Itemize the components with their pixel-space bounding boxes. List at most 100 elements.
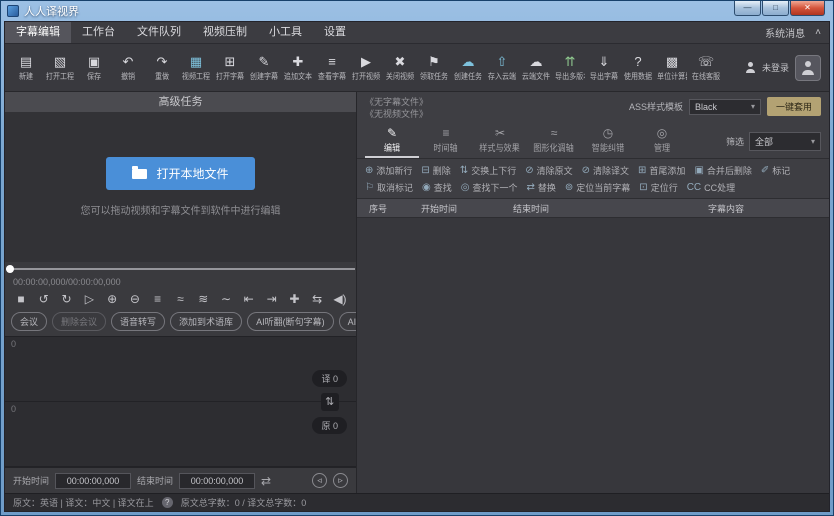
toolbar-button[interactable]: ✚ 追加文本 <box>281 53 315 82</box>
tab-smart-check[interactable]: ◷ 智能纠错 <box>581 123 635 158</box>
transport-button-icon[interactable]: ↻ <box>60 292 74 306</box>
transport-button-icon[interactable]: ▷ <box>82 292 96 306</box>
chevron-up-icon[interactable]: ˄ <box>815 27 821 38</box>
apply-template-button[interactable]: 一键套用 <box>767 97 821 116</box>
subtitle-table-body[interactable] <box>357 218 829 493</box>
row-tool-button[interactable]: ⊞ 首尾添加 <box>638 164 685 177</box>
row-tool-button[interactable]: ⊕ 添加新行 <box>365 164 412 177</box>
row-tool-button[interactable]: ✐ 标记 <box>761 164 790 177</box>
open-local-file-button[interactable]: 打开本地文件 <box>106 157 254 190</box>
system-messages[interactable]: 系统消息 <box>765 25 805 40</box>
waveform-area[interactable]: 0 0 译 0 ⇅ 原 0 <box>5 336 356 467</box>
waveform-track-top[interactable]: 0 <box>5 337 356 402</box>
titlebar[interactable]: 人人译视界 <box>4 1 830 21</box>
row-tool-button[interactable]: ⊟ 删除 <box>421 164 450 177</box>
tab-graphic-timing[interactable]: ≈ 图形化调轴 <box>527 123 581 158</box>
toolbar-button[interactable]: ☁ 云端文件 <box>519 53 553 82</box>
action-pill-button[interactable]: AI听翻(断句字幕) <box>247 312 334 331</box>
row-tool-button[interactable]: ▣ 合并后删除 <box>694 164 751 177</box>
action-pill-button[interactable]: 添加到术语库 <box>170 312 242 331</box>
avatar[interactable] <box>795 55 821 81</box>
row-tool-button[interactable]: ⇅ 交换上下行 <box>460 164 516 177</box>
transport-button-icon[interactable]: ≡ <box>151 292 165 306</box>
video-drop-area[interactable]: 打开本地文件 您可以拖动视频和字幕文件到软件中进行编辑 <box>5 112 356 262</box>
tab-edit[interactable]: ✎ 编辑 <box>365 123 419 158</box>
loop-icon[interactable]: ⇄ <box>261 474 271 488</box>
toolbar-button[interactable]: ▦ 视频工程 <box>179 53 213 82</box>
row-tool-button[interactable]: ⊘ 清除译文 <box>582 164 629 177</box>
next-subtitle-button[interactable]: ▹ <box>333 473 348 488</box>
transport-button-icon[interactable]: ■ <box>14 292 28 306</box>
toolbar-button[interactable]: ≡ 查看字幕 <box>315 53 349 82</box>
ass-template-select[interactable]: Black ▾ <box>689 99 761 115</box>
transport-button-icon[interactable]: ↺ <box>37 292 51 306</box>
transport-button-icon[interactable]: ⊕ <box>105 292 119 306</box>
menu-video-compress[interactable]: 视频压制 <box>192 22 258 43</box>
action-pill-button[interactable]: AI听译 <box>339 312 356 331</box>
column-index[interactable]: 序号 <box>357 202 421 215</box>
menu-gadgets[interactable]: 小工具 <box>258 22 313 43</box>
swap-tracks-button[interactable]: ⇅ <box>321 393 339 411</box>
menu-file-queue[interactable]: 文件队列 <box>126 22 192 43</box>
transport-button-icon[interactable]: ≋ <box>196 292 210 306</box>
login-status[interactable]: 未登录 <box>762 61 789 74</box>
start-time-input[interactable]: 00:00:00,000 <box>55 473 131 489</box>
transport-button-icon[interactable]: ⇤ <box>242 292 256 306</box>
menu-subtitle-edit[interactable]: 字幕编辑 <box>5 22 71 43</box>
row-tool-button[interactable]: ⇄ 替换 <box>526 181 555 194</box>
toolbar-button[interactable]: ↶ 撤销 <box>111 53 145 82</box>
transport-button-icon[interactable]: ∼ <box>219 292 233 306</box>
menu-settings[interactable]: 设置 <box>313 22 357 43</box>
toolbar-button[interactable]: ☁ 创建任务 <box>451 53 485 82</box>
toolbar-button[interactable]: ▶ 打开视频 <box>349 53 383 82</box>
transport-button-icon[interactable]: ◀) <box>333 292 347 306</box>
toolbar-button[interactable]: ▩ 单位计算器 <box>655 53 689 82</box>
waveform-track-bottom[interactable]: 0 <box>5 402 356 467</box>
close-button[interactable]: ✕ <box>790 1 825 16</box>
help-icon[interactable]: ? <box>162 497 173 508</box>
toolbar-button[interactable]: ▣ 保存 <box>77 53 111 82</box>
row-tool-button[interactable]: ◎ 查找下一个 <box>461 181 518 194</box>
toolbar-button[interactable]: ▧ 打开工程 <box>43 53 77 82</box>
toolbar-button[interactable]: ? 使用数据 <box>621 53 655 82</box>
toolbar-button[interactable]: ☏ 在线客服 <box>689 53 723 82</box>
transport-button-icon[interactable]: ≈ <box>173 292 187 306</box>
tab-style-effects[interactable]: ✂ 样式与效果 <box>473 123 527 158</box>
column-start-time[interactable]: 开始时间 <box>421 202 513 215</box>
action-pill-button[interactable]: 删除会议 <box>52 312 106 331</box>
transport-button-icon[interactable]: ✚ <box>287 292 301 306</box>
transport-button-icon[interactable]: ⊖ <box>128 292 142 306</box>
toolbar-button[interactable]: ⊞ 打开字幕 <box>213 53 247 82</box>
tab-timeline[interactable]: ≡ 时间轴 <box>419 123 473 158</box>
filter-select[interactable]: 全部 ▾ <box>749 132 821 151</box>
seek-track[interactable] <box>6 268 355 270</box>
menu-workbench[interactable]: 工作台 <box>71 22 126 43</box>
row-tool-button[interactable]: ⊡ 定位行 <box>639 181 677 194</box>
end-time-input[interactable]: 00:00:00,000 <box>179 473 255 489</box>
row-tool-button[interactable]: ⊚ 定位当前字幕 <box>565 181 630 194</box>
seek-handle[interactable] <box>6 265 14 273</box>
toolbar-button[interactable]: ⚑ 领取任务 <box>417 53 451 82</box>
restore-button[interactable]: □ <box>762 1 789 16</box>
transport-button-icon[interactable]: ⇆ <box>310 292 324 306</box>
toolbar-button[interactable]: ⇓ 导出字幕 <box>587 53 621 82</box>
toolbar-button[interactable]: ✖ 关闭视频 <box>383 53 417 82</box>
toolbar-button[interactable]: ▤ 新建 <box>9 53 43 82</box>
minimize-button[interactable]: — <box>734 1 761 16</box>
toolbar-button[interactable]: ⇈ 导出多版本 <box>553 53 587 82</box>
row-tool-button[interactable]: ⚐ 取消标记 <box>365 181 413 194</box>
toolbar-button[interactable]: ✎ 创建字幕 <box>247 53 281 82</box>
row-tool-button[interactable]: ◉ 查找 <box>422 181 452 194</box>
seek-bar[interactable] <box>5 262 356 276</box>
toolbar-button[interactable]: ⇧ 存入云端 <box>485 53 519 82</box>
column-end-time[interactable]: 结束时间 <box>513 202 623 215</box>
column-subtitle-content[interactable]: 字幕内容 <box>623 202 829 215</box>
row-tool-button[interactable]: ⊘ 清除原文 <box>525 164 572 177</box>
toolbar-button[interactable]: ↷ 重做 <box>145 53 179 82</box>
row-tool-button[interactable]: CC CC处理 <box>687 181 735 194</box>
transport-button-icon[interactable]: ⇥ <box>265 292 279 306</box>
tab-manage[interactable]: ◎ 管理 <box>635 123 689 158</box>
action-pill-button[interactable]: 语音转写 <box>111 312 165 331</box>
action-pill-button[interactable]: 会议 <box>11 312 47 331</box>
prev-subtitle-button[interactable]: ◃ <box>312 473 327 488</box>
